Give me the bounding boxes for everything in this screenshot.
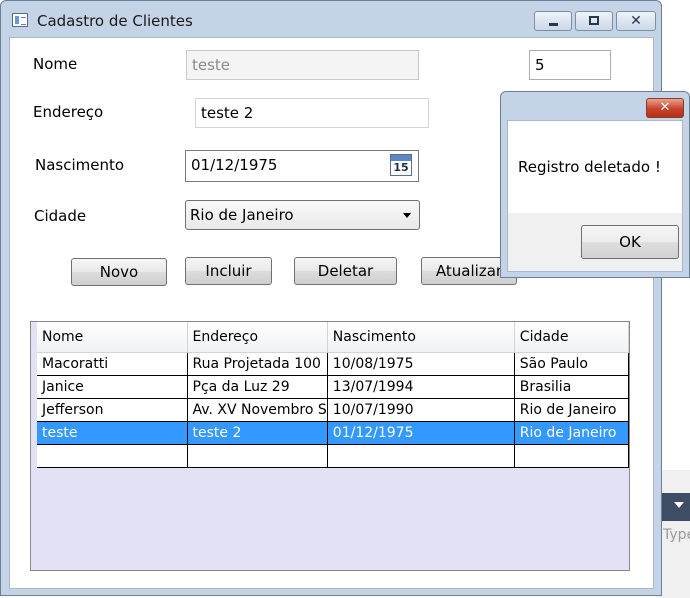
endereco-field[interactable]: teste 2 [195,98,429,128]
cell-cidade[interactable]: Rio de Janeiro [514,421,629,445]
chevron-down-icon [674,502,684,508]
cell-endereco[interactable]: Av. XV Novembro S [187,398,328,422]
app-icon [12,13,28,27]
cell-endereco[interactable]: teste 2 [187,421,328,445]
deletar-button[interactable]: Deletar [294,257,397,285]
minimize-icon [549,23,558,26]
nascimento-datepicker[interactable]: 01/12/1975 15 [185,150,419,182]
close-button[interactable]: ✕ [616,11,656,31]
column-header-endereco[interactable]: Endereço [187,322,328,353]
table-row-new[interactable] [37,444,629,468]
cidade-selected-value: Rio de Janeiro [190,206,294,224]
grid-header-row: Nome Endereço Nascimento Cidade [37,322,629,353]
column-header-nascimento[interactable]: Nascimento [327,322,515,353]
background-dropdown [660,493,690,521]
cell-nascimento[interactable]: 01/12/1975 [327,421,515,445]
table-row[interactable]: Janice Pça da Luz 29 13/07/1994 Brasilia [37,375,629,399]
cell-endereco[interactable]: Rua Projetada 100 [187,352,328,376]
cell-cidade[interactable] [514,444,629,468]
close-icon: ✕ [630,13,642,29]
calendar-icon[interactable]: 15 [390,154,412,176]
dialog-close-button[interactable]: ✕ [646,98,684,118]
cell-nascimento[interactable]: 10/08/1975 [327,352,515,376]
ok-button[interactable]: OK [581,225,679,259]
close-icon: ✕ [659,100,671,115]
cell-cidade[interactable]: Brasilia [514,375,629,399]
title-bar[interactable]: Cadastro de Clientes ✕ [1,1,661,37]
chevron-down-icon [403,213,411,218]
novo-button[interactable]: Novo [71,258,167,286]
id-field[interactable]: 5 [529,50,611,80]
clientes-grid[interactable]: Nome Endereço Nascimento Cidade Macoratt… [30,321,630,571]
cell-nascimento[interactable]: 13/07/1994 [327,375,515,399]
cell-endereco[interactable] [187,444,328,468]
message-dialog: ✕ Registro deletado ! OK [500,91,690,278]
cidade-label: Cidade [34,207,87,225]
nascimento-value: 01/12/1975 [191,156,278,174]
table-row[interactable]: Jefferson Av. XV Novembro S 10/07/1990 R… [37,398,629,422]
window-title: Cadastro de Clientes [37,12,193,30]
cidade-select[interactable]: Rio de Janeiro [185,200,420,230]
cell-nome[interactable]: Macoratti [37,352,188,376]
minimize-button[interactable] [534,11,572,31]
endereco-label: Endereço [33,103,104,121]
calendar-icon-day: 15 [393,161,409,174]
background-text: Type [663,527,690,543]
cell-nome[interactable]: teste [37,421,188,445]
cell-nome[interactable] [37,444,188,468]
column-header-nome[interactable]: Nome [37,322,188,353]
column-header-cidade[interactable]: Cidade [514,322,629,353]
incluir-button[interactable]: Incluir [185,257,272,285]
maximize-icon [589,16,599,25]
nascimento-label: Nascimento [35,156,125,174]
nome-field[interactable]: teste [186,50,419,80]
dialog-body: Registro deletado ! OK [507,120,683,272]
cell-cidade[interactable]: Rio de Janeiro [514,398,629,422]
cell-nome[interactable]: Janice [37,375,188,399]
cell-nascimento[interactable]: 10/07/1990 [327,398,515,422]
table-row[interactable]: Macoratti Rua Projetada 100 10/08/1975 S… [37,352,629,376]
cell-nascimento[interactable] [327,444,515,468]
main-window: Cadastro de Clientes ✕ Nome teste 5 Ende… [0,0,662,596]
table-row-selected[interactable]: teste teste 2 01/12/1975 Rio de Janeiro [37,421,629,445]
grid-table: Nome Endereço Nascimento Cidade Macoratt… [37,322,629,468]
cell-cidade[interactable]: São Paulo [514,352,629,376]
cell-endereco[interactable]: Pça da Luz 29 [187,375,328,399]
cell-nome[interactable]: Jefferson [37,398,188,422]
dialog-message: Registro deletado ! [518,158,661,176]
nome-label: Nome [33,55,78,73]
maximize-button[interactable] [575,11,613,31]
